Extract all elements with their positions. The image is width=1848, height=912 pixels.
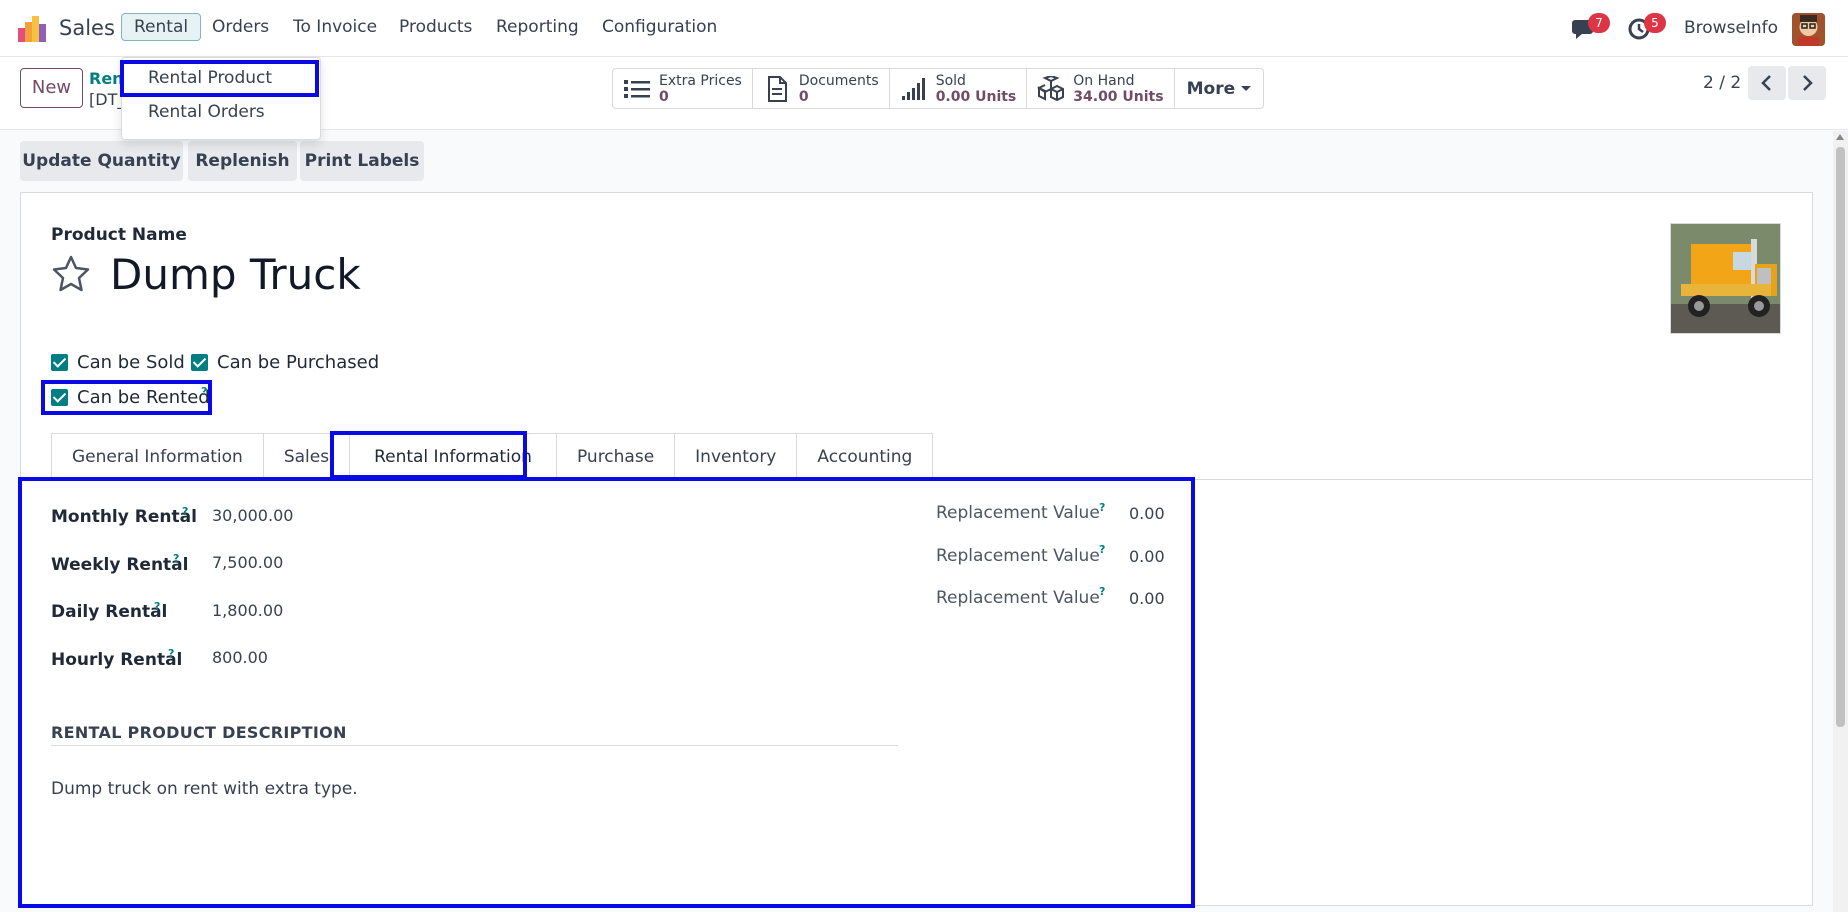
tab-inventory[interactable]: Inventory (674, 433, 797, 479)
can-be-purchased-checkbox[interactable] (191, 354, 208, 371)
menu-configuration[interactable]: Configuration (602, 17, 717, 37)
menu-reporting[interactable]: Reporting (496, 17, 579, 37)
more-label: More (1186, 78, 1236, 99)
menu-to-invoice[interactable]: To Invoice (293, 17, 377, 37)
messages-count-badge: 7 (1588, 13, 1610, 33)
new-button[interactable]: New (20, 68, 83, 108)
tab-purchase[interactable]: Purchase (555, 433, 675, 479)
menu-rental[interactable]: Rental (121, 13, 202, 41)
menu-item-rental-orders[interactable]: Rental Orders (148, 102, 265, 122)
menu-orders[interactable]: Orders (212, 17, 269, 37)
chevron-left-icon (1761, 75, 1771, 91)
star-icon[interactable] (51, 254, 91, 294)
replenish-button[interactable]: Replenish (188, 141, 297, 181)
scroll-up-icon[interactable] (1836, 134, 1844, 140)
tab-general-information[interactable]: General Information (51, 433, 263, 479)
tab-accounting[interactable]: Accounting (796, 433, 934, 479)
company-switcher[interactable]: BrowseInfo (1684, 18, 1778, 38)
app-name[interactable]: Sales (59, 16, 115, 40)
pager-previous-button[interactable] (1748, 66, 1786, 100)
can-be-sold-label: Can be Sold (77, 352, 185, 373)
smart-buttons: Extra Prices 0 Documents 0 Sold 0.00 Units (612, 68, 1265, 109)
sales-app-icon[interactable] (18, 16, 46, 42)
top-navbar: Sales Rental Orders To Invoice Products … (0, 0, 1848, 57)
chevron-right-icon (1803, 75, 1813, 91)
highlight-rental-information-panel (18, 477, 1195, 908)
highlight-can-be-rented (41, 380, 212, 415)
sold-label: Sold (935, 72, 966, 89)
product-name-field[interactable]: Dump Truck (110, 250, 361, 299)
extra-prices-label: Extra Prices (659, 72, 742, 89)
more-dropdown[interactable]: More (1175, 69, 1264, 108)
highlight-rental-tab (330, 431, 527, 479)
extra-prices-button[interactable]: Extra Prices 0 (613, 69, 753, 108)
can-be-purchased-label: Can be Purchased (217, 352, 380, 373)
document-icon (767, 75, 787, 102)
print-labels-button[interactable]: Print Labels (300, 141, 424, 181)
documents-value: 0 (798, 88, 809, 105)
product-name-label: Product Name (51, 225, 187, 245)
user-avatar[interactable] (1792, 13, 1825, 46)
breadcrumb-parent[interactable]: Ren (89, 69, 124, 88)
menu-products[interactable]: Products (399, 17, 472, 37)
documents-label: Documents (798, 72, 879, 89)
extra-prices-value: 0 (659, 88, 669, 105)
update-quantity-button[interactable]: Update Quantity (20, 141, 183, 181)
on-hand-value: 34.00 Units (1073, 88, 1164, 105)
list-icon (624, 79, 650, 98)
sold-button[interactable]: Sold 0.00 Units (890, 69, 1028, 108)
activities-count-badge: 5 (1644, 13, 1666, 33)
can-be-sold-checkbox[interactable] (51, 354, 68, 371)
pager-next-button[interactable] (1788, 66, 1826, 100)
pager-value[interactable]: 2 / 2 (1703, 73, 1741, 93)
highlight-rental-product (120, 60, 319, 97)
documents-button[interactable]: Documents 0 (753, 69, 890, 108)
caret-down-icon (1241, 86, 1252, 91)
signal-bars-icon (901, 77, 925, 100)
on-hand-button[interactable]: On Hand 34.00 Units (1027, 69, 1175, 108)
cubes-icon (1037, 75, 1065, 101)
scrollbar-thumb[interactable] (1836, 147, 1845, 727)
on-hand-label: On Hand (1073, 72, 1135, 89)
product-image[interactable] (1670, 223, 1781, 334)
sold-value: 0.00 Units (935, 88, 1017, 105)
